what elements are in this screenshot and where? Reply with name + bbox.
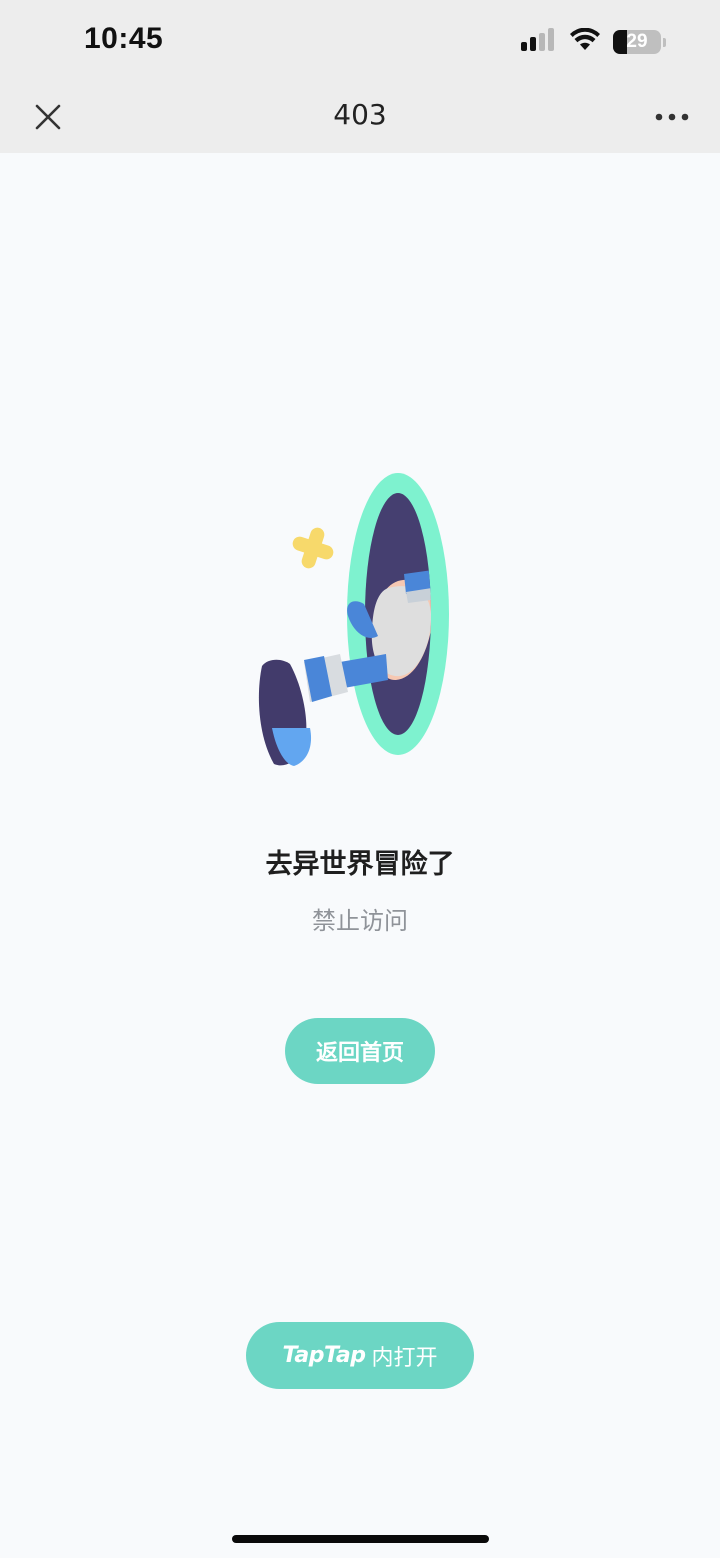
status-bar: 10:45 29 bbox=[0, 0, 720, 82]
more-icon bbox=[655, 113, 689, 121]
error-subheading: 禁止访问 bbox=[312, 907, 408, 935]
open-in-app-label: 内打开 bbox=[371, 1344, 438, 1370]
back-home-button[interactable]: 返回首页 bbox=[285, 1018, 435, 1084]
battery-cap bbox=[663, 37, 666, 47]
wifi-icon bbox=[569, 27, 601, 56]
taptap-logo-text: TapTap bbox=[282, 1343, 366, 1368]
battery-icon: 29 bbox=[613, 30, 661, 54]
nav-bar: 403 bbox=[0, 82, 720, 153]
page-title: 403 bbox=[333, 98, 387, 131]
sparkle-shape bbox=[292, 527, 334, 569]
leg-through-portal-illustration bbox=[258, 473, 449, 766]
home-indicator bbox=[232, 1535, 489, 1543]
error-heading: 去异世界冒险了 bbox=[265, 849, 455, 880]
signal-icon bbox=[521, 28, 557, 56]
more-button[interactable] bbox=[650, 95, 694, 139]
status-icons: 29 bbox=[521, 27, 666, 56]
battery-level: 29 bbox=[626, 31, 648, 52]
status-time: 10:45 bbox=[84, 22, 164, 55]
portal-illustration bbox=[248, 466, 458, 770]
open-in-taptap-button[interactable]: TapTap 内打开 bbox=[246, 1322, 474, 1389]
